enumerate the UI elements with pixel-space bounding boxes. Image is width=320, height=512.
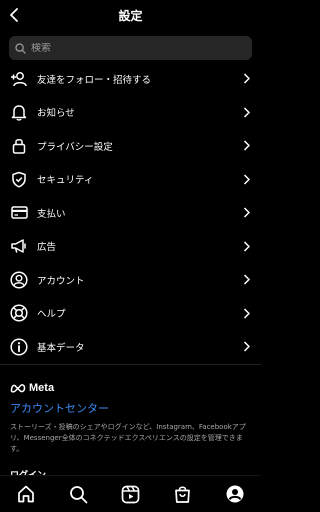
- accounts-center-link[interactable]: アカウントセンター: [10, 400, 109, 416]
- menu-item-account[interactable]: アカウント: [0, 263, 261, 297]
- account-icon: [9, 270, 29, 290]
- megaphone-icon: [9, 236, 29, 256]
- profile-icon[interactable]: [223, 482, 247, 506]
- menu-item-ads[interactable]: 広告: [0, 230, 261, 264]
- divider: [0, 364, 261, 365]
- search-input[interactable]: [31, 42, 231, 54]
- menu-item-security[interactable]: セキュリティ: [0, 163, 261, 197]
- bell-icon: [9, 102, 29, 122]
- menu-item-label: 広告: [37, 242, 57, 254]
- menu-item-basic-data[interactable]: 基本データ: [0, 330, 261, 364]
- menu-item-label: セキュリティ: [37, 175, 94, 187]
- chevron-right-icon: [240, 140, 252, 152]
- lock-icon: [9, 136, 29, 156]
- lifebuoy-icon: [9, 303, 29, 323]
- search-icon: [15, 39, 26, 58]
- chevron-right-icon: [240, 341, 252, 353]
- page-title: 設定: [118, 8, 143, 23]
- section-heading-partial: ログイン: [10, 468, 46, 475]
- chevron-right-icon: [240, 274, 252, 286]
- settings-menu: 友達をフォロー・招待する お知らせ プライバシー設定 セキュリティ 支払い 広告…: [0, 62, 261, 364]
- menu-item-privacy[interactable]: プライバシー設定: [0, 129, 261, 163]
- menu-item-label: お知らせ: [37, 108, 75, 120]
- home-icon[interactable]: [14, 482, 38, 506]
- menu-item-label: 友達をフォロー・招待する: [37, 74, 152, 86]
- header: 設定: [0, 0, 261, 30]
- menu-item-label: プライバシー設定: [37, 141, 113, 153]
- chevron-right-icon: [240, 307, 252, 319]
- chevron-right-icon: [240, 106, 252, 118]
- chevron-right-icon: [240, 207, 252, 219]
- menu-item-label: ヘルプ: [37, 309, 66, 321]
- menu-item-label: アカウント: [37, 275, 85, 287]
- add-person-icon: [9, 69, 29, 89]
- shop-icon[interactable]: [171, 482, 195, 506]
- info-icon: [9, 337, 29, 357]
- chevron-right-icon: [240, 240, 252, 252]
- chevron-right-icon: [240, 173, 252, 185]
- reels-icon[interactable]: [118, 482, 142, 506]
- menu-item-payments[interactable]: 支払い: [0, 196, 261, 230]
- back-arrow-icon[interactable]: [6, 6, 22, 24]
- menu-item-follow-invite[interactable]: 友達をフォロー・招待する: [0, 62, 261, 96]
- menu-item-label: 支払い: [37, 208, 66, 220]
- meta-brand: Meta: [10, 378, 54, 397]
- accounts-center-description: ストーリーズ・投稿のシェアやログインなど、Instagram、Facebookア…: [10, 423, 246, 453]
- search-icon[interactable]: [66, 482, 90, 506]
- menu-item-notifications[interactable]: お知らせ: [0, 96, 261, 130]
- shield-icon: [9, 169, 29, 189]
- menu-item-help[interactable]: ヘルプ: [0, 297, 261, 331]
- meta-wordmark: Meta: [29, 381, 55, 394]
- chevron-right-icon: [240, 73, 252, 85]
- card-icon: [9, 203, 29, 223]
- bottom-tab-bar: [0, 475, 261, 512]
- search-bar[interactable]: [9, 36, 252, 60]
- meta-logo-icon: [10, 378, 26, 397]
- menu-item-label: 基本データ: [37, 342, 85, 354]
